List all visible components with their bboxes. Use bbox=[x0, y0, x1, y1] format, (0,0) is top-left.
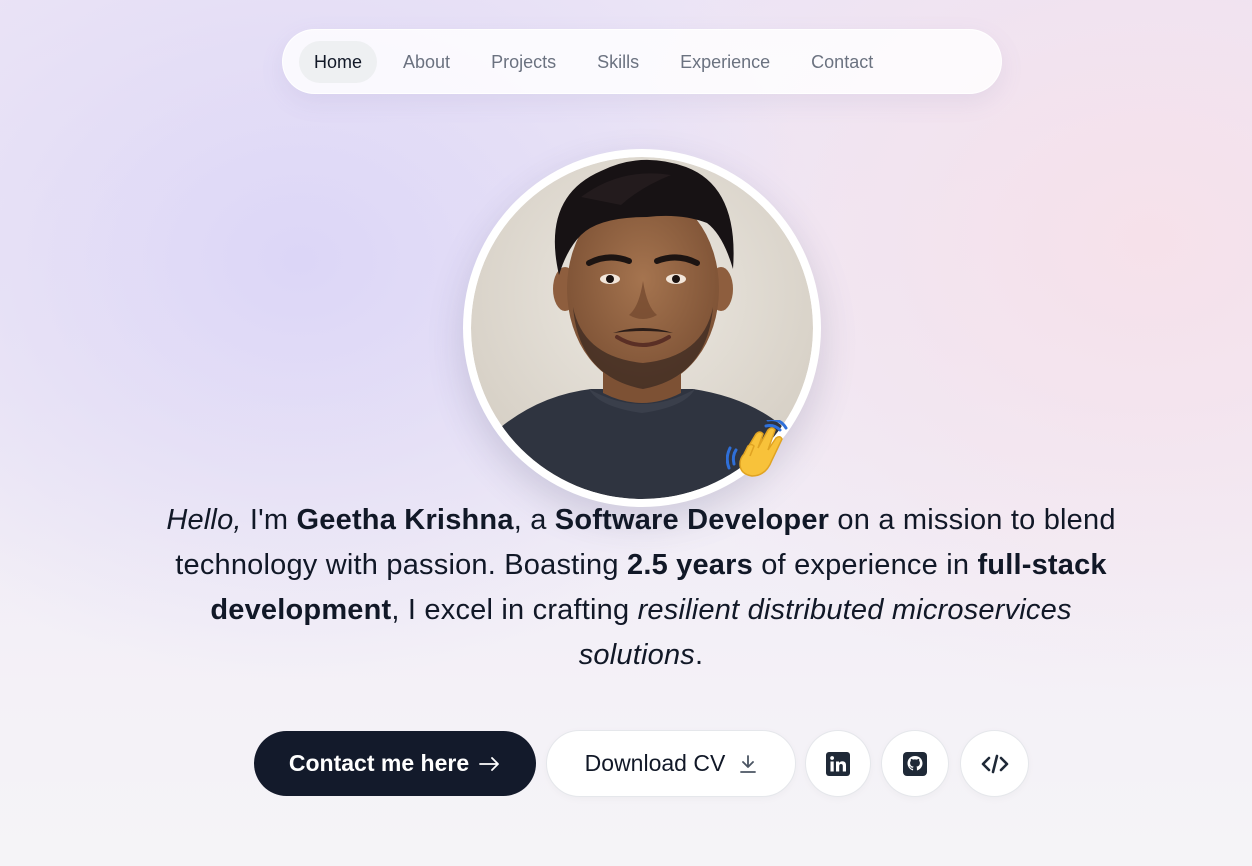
download-cv-button[interactable]: Download CV bbox=[546, 730, 796, 797]
contact-button-label: Contact me here bbox=[288, 750, 470, 776]
contact-button[interactable]: Contact me here bbox=[254, 731, 536, 796]
nav-item-home[interactable]: Home bbox=[299, 40, 378, 83]
intro-hello: Hello, bbox=[166, 504, 242, 536]
nav-item-projects[interactable]: Projects bbox=[476, 41, 571, 83]
nav-item-skills[interactable]: Skills bbox=[582, 41, 654, 83]
intro-text: Hello, I'm Geetha Krishna, a Software De… bbox=[160, 498, 1122, 678]
intro-exp: of experience in bbox=[752, 549, 978, 581]
intro-role: Software Developer bbox=[554, 504, 830, 536]
intro-solutions: resilient distributed microservices solu… bbox=[578, 594, 1072, 671]
linkedin-icon bbox=[826, 751, 850, 776]
nav-item-about[interactable]: About bbox=[388, 41, 465, 83]
intro-im: I'm bbox=[241, 504, 297, 536]
arrow-right-icon bbox=[479, 756, 500, 771]
linkedin-button[interactable] bbox=[805, 730, 871, 797]
code-button[interactable] bbox=[960, 730, 1029, 797]
intro-excel: , I excel in crafting bbox=[391, 594, 638, 626]
waving-hand-icon bbox=[726, 420, 788, 477]
github-button[interactable] bbox=[881, 730, 949, 797]
intro-name: Geetha Krishna bbox=[296, 504, 514, 536]
download-cv-label: Download CV bbox=[584, 750, 726, 776]
nav-item-contact[interactable]: Contact bbox=[796, 41, 888, 83]
intro-period: . bbox=[695, 639, 704, 671]
intro-years: 2.5 years bbox=[626, 549, 753, 581]
github-icon bbox=[903, 751, 927, 776]
intro-a: , a bbox=[513, 504, 555, 536]
code-icon bbox=[981, 754, 1008, 773]
nav-item-experience[interactable]: Experience bbox=[665, 41, 785, 83]
download-icon bbox=[740, 754, 757, 773]
main-nav: Home About Projects Skills Experience Co… bbox=[282, 29, 1002, 94]
